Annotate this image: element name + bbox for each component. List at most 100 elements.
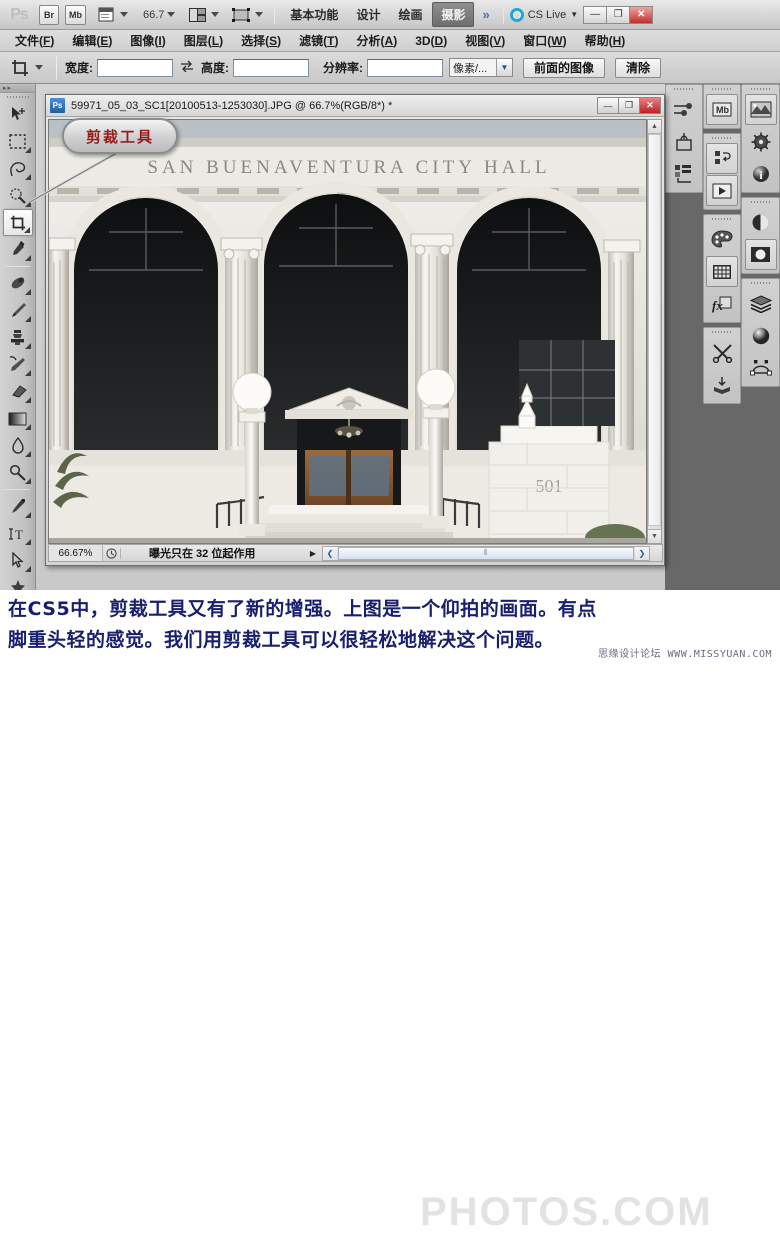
masks-icon[interactable] xyxy=(668,126,700,157)
menu-image[interactable]: 图像(I) xyxy=(121,30,174,51)
panel-group-7-grip[interactable] xyxy=(742,198,779,206)
actions-icon[interactable] xyxy=(706,143,738,174)
menu-file[interactable]: 文件(F) xyxy=(6,30,63,51)
doc-close-button[interactable]: ✕ xyxy=(639,97,661,114)
document-title-bar[interactable]: Ps 59971_05_03_SC1[20100513-1253030].JPG… xyxy=(46,95,664,117)
workspace-tab-design[interactable]: 设计 xyxy=(348,3,388,26)
menu-3d[interactable]: 3D(D) xyxy=(406,32,456,50)
panel-group-3-grip[interactable] xyxy=(704,134,740,142)
crop-height-input[interactable] xyxy=(233,58,309,77)
navigator-compass-icon[interactable] xyxy=(745,126,777,157)
mini-bridge-icon[interactable]: Mb xyxy=(706,94,738,125)
zoom-level-value[interactable]: 66.7 xyxy=(143,9,164,21)
info-icon[interactable]: i xyxy=(745,158,777,189)
animation-play-icon[interactable] xyxy=(706,175,738,206)
menu-layer[interactable]: 图层(L) xyxy=(175,30,232,51)
arrange-documents-caret-icon[interactable] xyxy=(211,12,220,17)
tool-preset-caret-icon[interactable] xyxy=(35,65,43,70)
menu-filter[interactable]: 滤镜(T) xyxy=(290,30,347,51)
app-close-button[interactable]: ✕ xyxy=(629,5,654,24)
status-expand-arrow-icon[interactable]: ▶ xyxy=(306,549,320,558)
path-selection-tool[interactable] xyxy=(3,547,33,574)
doc-restore-button[interactable]: ❐ xyxy=(618,97,640,114)
crop-resolution-input[interactable] xyxy=(367,58,443,77)
layers-stack-icon[interactable] xyxy=(745,288,777,319)
arrange-documents-icon[interactable] xyxy=(186,5,208,25)
swap-width-height-icon[interactable] xyxy=(180,60,194,75)
scroll-down-button[interactable]: ▼ xyxy=(648,529,661,543)
workspace-tab-painting[interactable]: 绘画 xyxy=(390,3,430,26)
clear-crop-button[interactable]: 清除 xyxy=(615,57,662,78)
panel-group-8-grip[interactable] xyxy=(742,279,779,287)
workspace-tab-essentials[interactable]: 基本功能 xyxy=(282,3,346,26)
workspace-more-button[interactable]: » xyxy=(482,7,489,22)
brush-tool[interactable] xyxy=(3,297,33,324)
view-extras-icon[interactable] xyxy=(95,5,117,25)
mask-circle-icon[interactable] xyxy=(744,239,777,270)
doc-minimize-button[interactable]: — xyxy=(597,97,619,114)
app-restore-button[interactable]: ❐ xyxy=(606,5,631,24)
type-tool[interactable]: T xyxy=(3,520,33,547)
eraser-tool[interactable] xyxy=(3,378,33,405)
crop-tool[interactable] xyxy=(2,209,33,236)
canvas-horizontal-scrollbar[interactable]: ❮ ⦀ ❯ xyxy=(322,545,650,561)
panel-group-1-grip[interactable] xyxy=(666,85,702,93)
clock-icon[interactable] xyxy=(103,547,121,559)
screen-mode-icon[interactable] xyxy=(230,5,252,25)
image-canvas[interactable]: SAN BUENAVENTURA CITY HALL 501 xyxy=(48,119,647,544)
blur-tool[interactable] xyxy=(3,432,33,459)
menu-analysis[interactable]: 分析(A) xyxy=(348,30,407,51)
notes-icon[interactable] xyxy=(706,369,738,400)
status-zoom-value[interactable]: 66.67% xyxy=(49,545,103,561)
tool-expand-triangle-icon xyxy=(24,316,31,322)
vertical-scroll-thumb[interactable] xyxy=(648,134,661,526)
channels-icon[interactable] xyxy=(668,158,700,189)
paths-icon[interactable] xyxy=(745,352,777,383)
app-minimize-button[interactable]: — xyxy=(583,5,608,24)
dodge-tool[interactable] xyxy=(3,459,33,486)
view-extras-caret-icon[interactable] xyxy=(120,12,128,17)
scroll-up-button[interactable]: ▲ xyxy=(648,120,661,134)
zoom-level-caret-icon[interactable] xyxy=(167,12,176,17)
color-palette-icon[interactable] xyxy=(706,224,738,255)
sphere-3d-icon[interactable] xyxy=(745,320,777,351)
crop-tool-icon[interactable] xyxy=(8,56,32,80)
workspace-tab-photography[interactable]: 摄影 xyxy=(432,2,475,27)
panel-group-2-grip[interactable] xyxy=(704,85,740,93)
scroll-right-button[interactable]: ❯ xyxy=(635,546,649,560)
horizontal-scroll-thumb[interactable]: ⦀ xyxy=(338,546,634,560)
crop-width-input[interactable] xyxy=(97,58,173,77)
tools-panel-drag-grip[interactable] xyxy=(0,93,35,101)
menu-help[interactable]: 帮助(H) xyxy=(576,30,635,51)
swatches-grid-icon[interactable] xyxy=(706,256,738,287)
gradient-tool[interactable] xyxy=(3,405,33,432)
half-circle-icon[interactable] xyxy=(745,207,777,238)
tools-panel-collapse-handle[interactable]: ▸▸ xyxy=(0,84,35,93)
pen-tool[interactable] xyxy=(3,493,33,520)
menu-edit[interactable]: 编辑(E) xyxy=(63,30,121,51)
move-tool[interactable] xyxy=(3,101,33,128)
histogram-image-icon[interactable] xyxy=(744,94,777,125)
clone-stamp-tool[interactable] xyxy=(3,324,33,351)
menu-window[interactable]: 窗口(W) xyxy=(514,30,575,51)
spot-healing-tool[interactable] xyxy=(3,270,33,297)
styles-fx-icon[interactable]: fx xyxy=(706,288,738,319)
panel-group-5-grip[interactable] xyxy=(704,328,740,336)
canvas-vertical-scrollbar[interactable]: ▲ ▼ xyxy=(647,119,662,544)
front-image-button[interactable]: 前面的图像 xyxy=(523,57,606,78)
chevron-down-icon[interactable]: ▼ xyxy=(496,59,512,76)
crop-resolution-unit-select[interactable]: 像素/... ▼ xyxy=(449,58,513,77)
mini-bridge-button[interactable]: Mb xyxy=(65,4,86,25)
cs-live-button[interactable]: CS Live ▼ xyxy=(509,7,578,22)
panel-group-4-grip[interactable] xyxy=(704,215,740,223)
tools-scissors-icon[interactable] xyxy=(706,337,738,368)
panel-group-6-grip[interactable] xyxy=(742,85,779,93)
history-brush-tool[interactable] xyxy=(3,351,33,378)
adjustments-icon[interactable] xyxy=(668,94,700,125)
screen-mode-caret-icon[interactable] xyxy=(255,12,264,17)
menu-view[interactable]: 视图(V) xyxy=(456,30,514,51)
scroll-left-button[interactable]: ❮ xyxy=(323,546,337,560)
eyedropper-tool[interactable] xyxy=(3,236,33,263)
bridge-button[interactable]: Br xyxy=(39,4,59,25)
menu-select[interactable]: 选择(S) xyxy=(232,30,290,51)
